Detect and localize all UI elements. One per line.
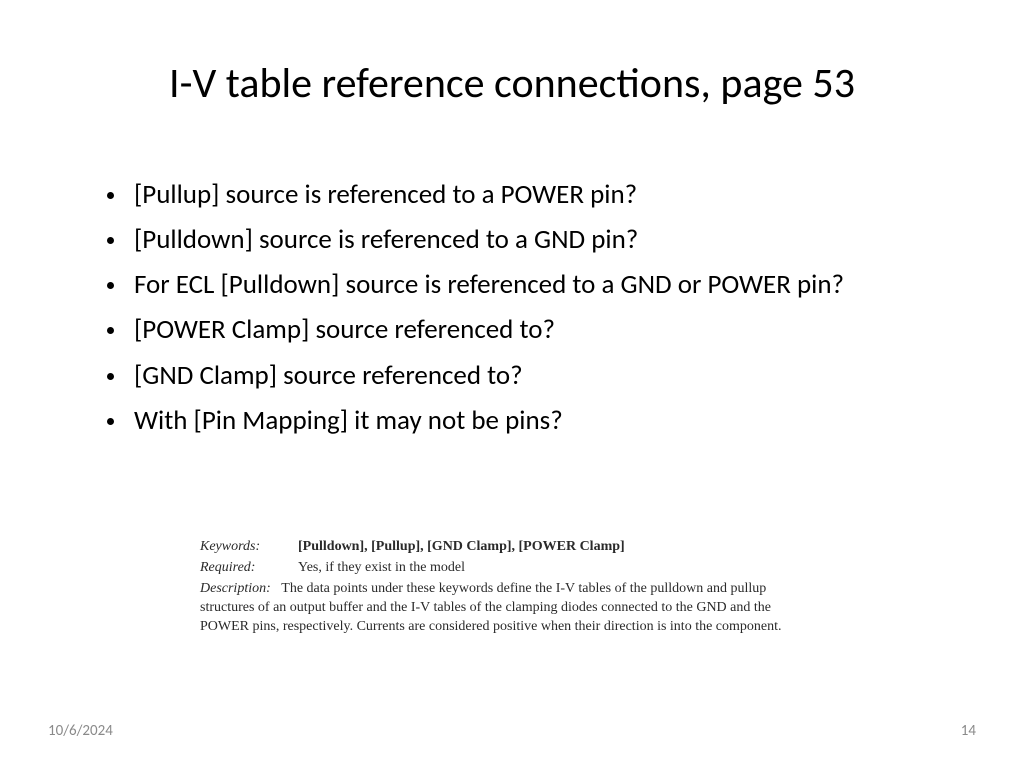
spec-excerpt: Keywords: [Pulldown], [Pullup], [GND Cla… [200, 538, 820, 636]
excerpt-keywords-row: Keywords: [Pulldown], [Pullup], [GND Cla… [200, 538, 820, 557]
bullet-item: [Pullup] source is referenced to a POWER… [128, 175, 954, 214]
footer-date: 10/6/2024 [48, 722, 113, 740]
excerpt-description-row: Description: The data points under these… [200, 580, 820, 637]
bullet-item: [POWER Clamp] source referenced to? [128, 310, 954, 349]
excerpt-keywords-bold: [Pulldown], [Pullup], [GND Clamp], [POWE… [298, 539, 625, 554]
excerpt-required-label: Required: [200, 559, 298, 578]
slide-body: [Pullup] source is referenced to a POWER… [98, 175, 954, 446]
footer-page-number: 14 [961, 722, 976, 740]
excerpt-required-value: Yes, if they exist in the model [298, 559, 820, 578]
bullet-item: [Pulldown] source is referenced to a GND… [128, 220, 954, 259]
excerpt-description-label: Description: [200, 581, 271, 596]
bullet-item: With [Pin Mapping] it may not be pins? [128, 401, 954, 440]
excerpt-keywords-label: Keywords: [200, 538, 298, 557]
bullet-item: [GND Clamp] source referenced to? [128, 356, 954, 395]
bullet-item: For ECL [Pulldown] source is referenced … [128, 265, 954, 304]
excerpt-required-row: Required: Yes, if they exist in the mode… [200, 559, 820, 578]
excerpt-keywords-value: [Pulldown], [Pullup], [GND Clamp], [POWE… [298, 538, 820, 557]
excerpt-description-value: The data points under these keywords def… [200, 581, 782, 634]
bullet-list: [Pullup] source is referenced to a POWER… [98, 175, 954, 440]
slide: I-V table reference connections, page 53… [0, 0, 1024, 768]
slide-title: I-V table reference connections, page 53 [0, 58, 1024, 109]
